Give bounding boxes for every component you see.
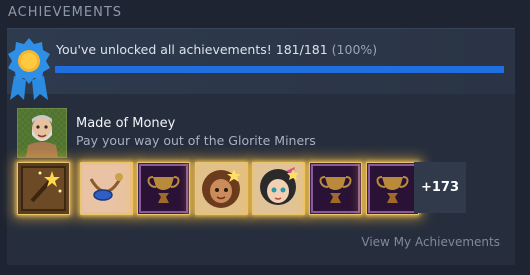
featured-achievement-description: Pay your way out of the Glorite Miners: [76, 133, 316, 148]
teal-haired-girl-portrait-icon: [253, 163, 304, 214]
progress-bar: [55, 66, 504, 73]
unlock-count-text: You've unlocked all achievements! 181/18…: [56, 42, 328, 57]
unlock-summary: You've unlocked all achievements! 181/18…: [7, 29, 515, 100]
achievement-icon[interactable]: [17, 162, 70, 215]
view-achievements-link[interactable]: View My Achievements: [361, 235, 500, 249]
magic-wand-icon: [21, 166, 66, 211]
bearded-man-portrait-icon: [18, 109, 66, 157]
section-title: ACHIEVEMENTS: [8, 5, 123, 20]
curly-haired-girl-portrait-icon: [196, 163, 247, 214]
blue-amulet-necklace-icon: [83, 165, 130, 212]
achievement-icon[interactable]: [195, 162, 248, 215]
trophy-hourglass-icon: [311, 164, 360, 213]
progress-fill: [55, 66, 504, 73]
achievement-icon[interactable]: [252, 162, 305, 215]
unlock-percent-text: (100%): [331, 42, 378, 57]
achievement-icons-row: +173: [15, 162, 485, 215]
featured-achievement-title: Made of Money: [76, 116, 176, 131]
unlock-status-text: You've unlocked all achievements! 181/18…: [56, 42, 377, 57]
trophy-hourglass-icon: [368, 164, 417, 213]
achievement-icon[interactable]: [137, 162, 190, 215]
trophy-hourglass-icon: [139, 164, 188, 213]
achievement-icon[interactable]: [366, 162, 419, 215]
achievement-icon[interactable]: [80, 162, 133, 215]
achievements-panel: You've unlocked all achievements! 181/18…: [7, 28, 515, 265]
featured-achievement-icon[interactable]: [17, 108, 67, 158]
more-achievements-badge[interactable]: +173: [414, 162, 466, 213]
achievement-icon[interactable]: [309, 162, 362, 215]
ribbon-medal-icon: [8, 38, 50, 100]
